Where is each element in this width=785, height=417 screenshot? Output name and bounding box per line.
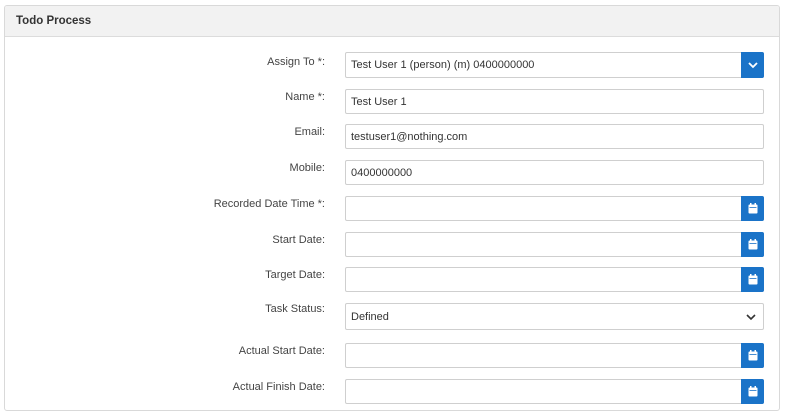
start-date-row: Start Date: [5,232,779,258]
name-row: Name *: Test User 1 [5,89,779,115]
task-status-value: Defined [351,310,389,323]
assign-to-label: Assign To *: [267,56,325,68]
start-date-label: Start Date: [272,234,325,246]
panel-title: Todo Process [16,15,92,27]
task-status-select[interactable]: Defined [345,303,764,330]
email-value: testuser1@nothing.com [351,130,468,143]
recorded-date-time-label: Recorded Date Time *: [213,198,325,210]
target-date-input[interactable] [345,267,764,292]
mobile-label: Mobile: [289,162,325,174]
actual-finish-date-row: Actual Finish Date: [5,379,779,405]
assign-to-row: Assign To *: Test User 1 (person) (m) 04… [5,52,779,79]
mobile-input[interactable]: 0400000000 [345,160,764,185]
recorded-date-time-row: Recorded Date Time *: [5,196,779,222]
mobile-row: Mobile: 0400000000 [5,160,779,186]
actual-start-date-input[interactable] [345,343,764,368]
assign-to-value: Test User 1 (person) (m) 0400000000 [351,59,535,71]
start-date-input[interactable] [345,232,764,257]
email-input[interactable]: testuser1@nothing.com [345,124,764,149]
target-date-label: Target Date: [265,269,325,281]
calendar-icon [748,239,757,250]
chevron-down-icon [746,314,756,321]
task-status-row: Task Status: Defined [5,303,779,330]
recorded-date-time-calendar-button[interactable] [741,196,764,221]
actual-finish-date-calendar-button[interactable] [741,379,764,404]
task-status-label: Task Status: [265,303,325,315]
actual-start-date-row: Actual Start Date: [5,343,779,369]
target-date-calendar-button[interactable] [741,267,764,292]
actual-start-date-label: Actual Start Date: [238,345,325,357]
actual-finish-date-label: Actual Finish Date: [232,381,325,393]
recorded-date-time-input[interactable] [345,196,764,221]
name-label: Name *: [285,91,325,103]
actual-finish-date-input[interactable] [345,379,764,404]
actual-start-date-calendar-button[interactable] [741,343,764,368]
panel-header: Todo Process [5,6,779,37]
calendar-icon [748,386,757,397]
mobile-value: 0400000000 [351,166,413,179]
email-label: Email: [294,126,325,138]
name-value: Test User 1 [351,95,407,108]
target-date-row: Target Date: [5,267,779,293]
assign-to-dropdown-button[interactable] [741,52,764,78]
task-status-dropdown-toggle[interactable] [745,311,757,323]
chevron-down-icon [747,62,758,69]
start-date-calendar-button[interactable] [741,232,764,257]
name-input[interactable]: Test User 1 [345,89,764,114]
assign-to-select[interactable]: Test User 1 (person) (m) 0400000000 [345,52,764,78]
todo-process-panel: Todo Process Assign To *: Test User 1 (p… [4,5,780,411]
calendar-icon [748,350,757,361]
email-row: Email: testuser1@nothing.com [5,124,779,150]
calendar-icon [748,203,757,214]
calendar-icon [748,274,757,285]
